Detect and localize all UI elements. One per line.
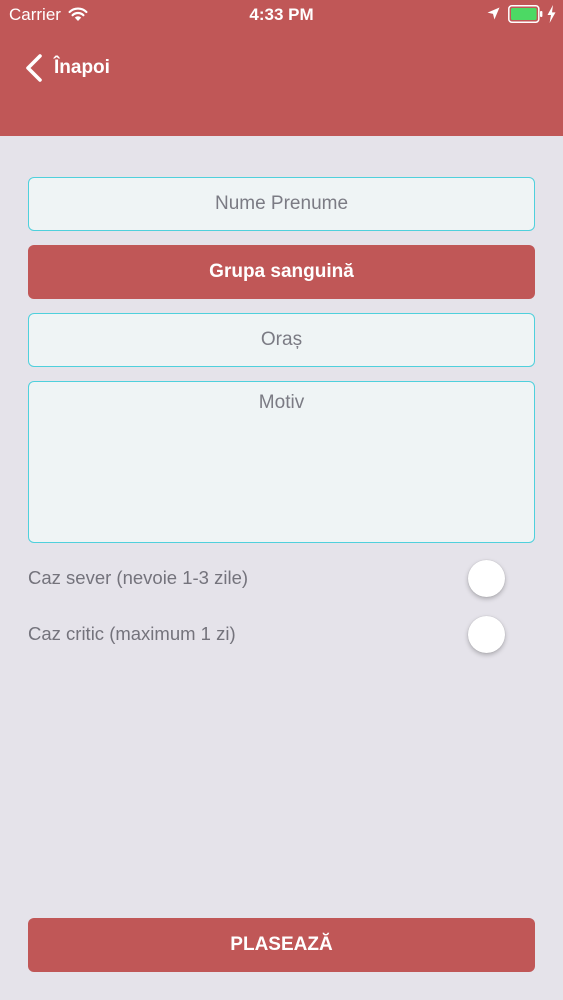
header-bar: Carrier 4:33 PM Înapoi	[0, 0, 563, 136]
name-placeholder: Nume Prenume	[214, 193, 349, 214]
name-input[interactable]: Nume Prenume	[28, 177, 535, 231]
city-placeholder: Oraș	[260, 329, 303, 350]
battery-icon	[508, 5, 543, 23]
status-time: 4:33 PM	[249, 5, 314, 24]
toggle-knob	[468, 560, 505, 597]
critical-case-toggle[interactable]	[460, 615, 516, 653]
reason-textarea[interactable]: Motiv	[28, 381, 535, 543]
chevron-left-icon	[26, 54, 42, 82]
critical-case-row: Caz critic (maximum 1 zi)	[28, 614, 535, 654]
severe-case-toggle[interactable]	[460, 559, 516, 597]
bolt-icon	[547, 5, 556, 23]
place-request-label: PLASEAZĂ	[230, 934, 333, 955]
blood-group-button[interactable]: Grupa sanguină	[28, 245, 535, 299]
status-bar: Carrier 4:33 PM	[0, 0, 563, 30]
reason-placeholder: Motiv	[258, 392, 305, 413]
back-button[interactable]: Înapoi	[24, 52, 110, 84]
severe-case-label: Caz sever (nevoie 1-3 zile)	[28, 567, 249, 588]
city-input[interactable]: Oraș	[28, 313, 535, 367]
location-arrow-icon	[487, 7, 500, 20]
critical-case-label: Caz critic (maximum 1 zi)	[28, 623, 236, 644]
place-request-button[interactable]: PLASEAZĂ	[28, 918, 535, 972]
toggle-knob	[468, 616, 505, 653]
back-label: Înapoi	[54, 57, 110, 78]
blood-group-label: Grupa sanguină	[209, 261, 354, 282]
severe-case-row: Caz sever (nevoie 1-3 zile)	[28, 558, 535, 598]
